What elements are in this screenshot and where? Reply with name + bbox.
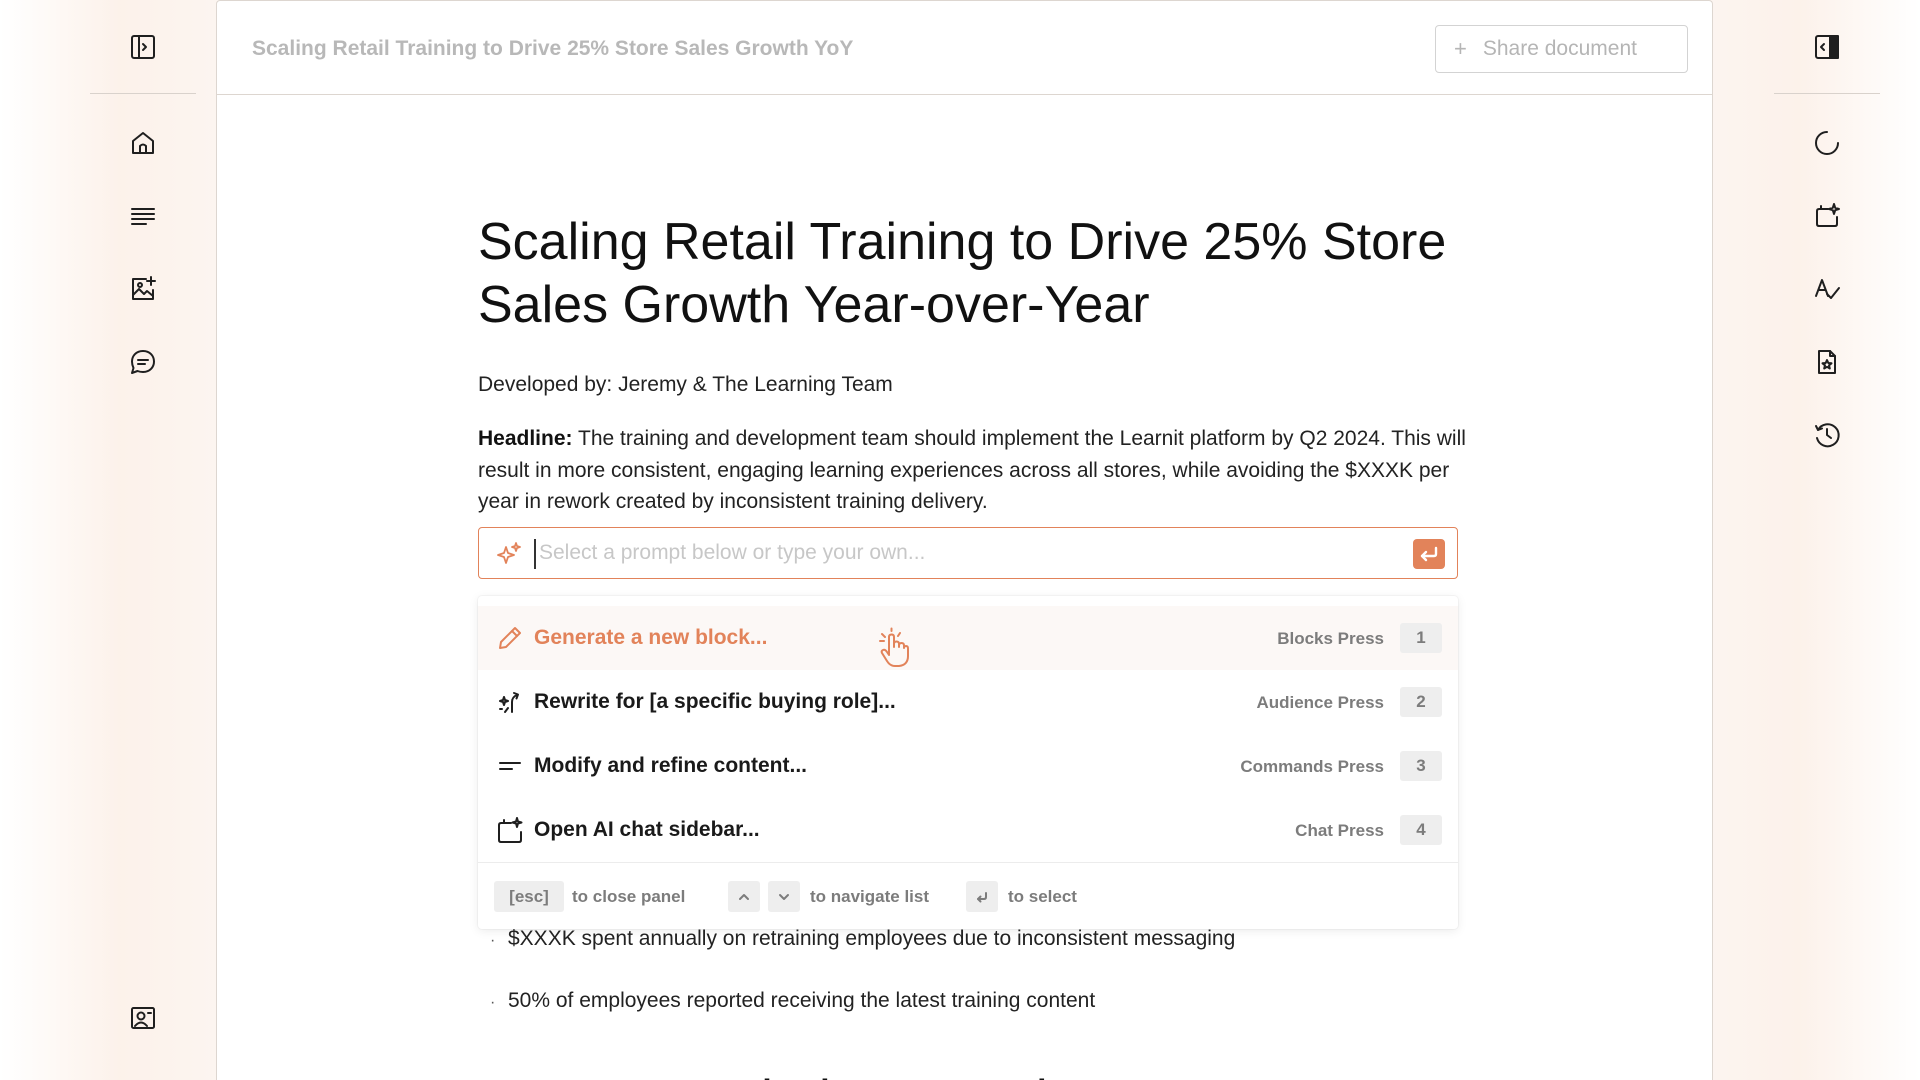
menu-item-label: Rewrite for [a specific buying role]... — [534, 690, 896, 713]
rail-divider — [90, 93, 196, 94]
ai-chat-icon — [496, 816, 524, 844]
add-image-icon — [132, 276, 156, 300]
chevron-up-icon — [739, 893, 749, 900]
outline-icon — [131, 208, 155, 225]
header-title: Scaling Retail Training to Drive 25% Sto… — [252, 37, 854, 60]
sparkle-icon — [495, 540, 523, 568]
spellcheck-icon — [1815, 279, 1840, 299]
presenter-icon — [131, 1007, 155, 1029]
shortcut-key-badge: 3 — [1400, 751, 1442, 781]
menu-item-label: Modify and refine content... — [534, 754, 808, 777]
menu-item-rewrite-audience[interactable]: Rewrite for [a specific buying role]... … — [478, 670, 1458, 734]
menu-item-hint: Blocks Press — [1277, 629, 1384, 648]
enter-key — [966, 881, 998, 912]
headline-label: Headline: — [478, 427, 573, 450]
favorite-doc-button[interactable] — [1799, 334, 1855, 390]
submit-prompt-button[interactable] — [1413, 539, 1445, 569]
list-item-text: $XXXK spent annually on retraining emplo… — [508, 927, 1236, 950]
comments-button[interactable] — [115, 334, 171, 390]
home-button[interactable] — [115, 115, 171, 171]
toggle-sidebar-button[interactable] — [115, 19, 171, 75]
esc-key-badge: [esc] — [494, 881, 564, 912]
shortcut-key-badge: 1 — [1400, 623, 1442, 653]
return-icon — [977, 891, 987, 902]
ai-sidebar-icon — [1816, 203, 1840, 227]
shortcut-key-badge: 4 — [1400, 815, 1442, 845]
prompt-suggestions-menu: Generate a new block... Blocks Press 1 R… — [478, 596, 1458, 929]
ai-prompt-input[interactable] — [539, 536, 1379, 570]
headline-text: The training and development team should… — [478, 427, 1466, 513]
presenter-button[interactable] — [115, 990, 171, 1046]
list-item[interactable]: · $XXXK spent annually on retraining empl… — [490, 927, 1235, 951]
right-rail — [1752, 0, 1902, 1080]
select-hint: to select — [1008, 887, 1077, 906]
chevron-down-icon — [779, 893, 789, 900]
text-caret — [534, 539, 536, 569]
list-item-text: 50% of employees reported receiving the … — [508, 989, 1096, 1012]
toggle-panel-icon — [1815, 35, 1839, 59]
audience-wand-icon — [496, 688, 524, 716]
lines-icon — [496, 752, 524, 780]
bullet-dot: · — [490, 994, 496, 1011]
menu-footer: [esc] to close panel to navigate list to… — [478, 862, 1458, 929]
pencil-icon — [496, 624, 524, 652]
menu-item-hint: Chat Press — [1295, 821, 1384, 840]
spellcheck-button[interactable] — [1799, 261, 1855, 317]
outline-button[interactable] — [115, 188, 171, 244]
toggle-sidebar-icon — [131, 35, 155, 59]
plus-icon: + — [1454, 36, 1467, 61]
history-button[interactable] — [1799, 407, 1855, 463]
menu-item-generate-block[interactable]: Generate a new block... Blocks Press 1 — [478, 606, 1458, 670]
arrow-up-key — [728, 881, 760, 912]
loading-icon — [1815, 131, 1839, 155]
share-document-button[interactable]: + Share document — [1435, 25, 1688, 73]
rail-divider-right — [1774, 93, 1880, 94]
enter-icon — [1420, 546, 1438, 562]
menu-item-label: Open AI chat sidebar... — [534, 818, 760, 841]
menu-item-hint: Commands Press — [1240, 757, 1384, 776]
bullet-dot: · — [490, 932, 496, 949]
arrow-down-key — [768, 881, 800, 912]
menu-item-modify-content[interactable]: Modify and refine content... Commands Pr… — [478, 734, 1458, 798]
toggle-panel-button[interactable] — [1799, 19, 1855, 75]
share-label: Share document — [1482, 37, 1637, 60]
menu-item-label: Generate a new block... — [534, 626, 768, 649]
ai-prompt-box — [478, 527, 1458, 579]
menu-item-hint: Audience Press — [1256, 693, 1384, 712]
shortcut-key-badge: 2 — [1400, 687, 1442, 717]
headline-paragraph[interactable]: Headline: The training and development t… — [478, 423, 1468, 518]
comment-icon — [131, 350, 155, 374]
menu-item-open-chat[interactable]: Open AI chat sidebar... Chat Press 4 — [478, 798, 1458, 862]
favorite-doc-icon — [1818, 350, 1836, 374]
section-heading[interactable]: Recommended Approach — [478, 1069, 1065, 1080]
history-icon — [1815, 423, 1840, 448]
navigate-list-hint: to navigate list — [810, 887, 930, 906]
pointer-hand-icon — [872, 627, 916, 671]
close-panel-hint: to close panel — [572, 887, 686, 906]
page-title[interactable]: Scaling Retail Training to Drive 25% Sto… — [478, 211, 1478, 337]
ai-sidebar-button[interactable] — [1799, 188, 1855, 244]
list-item[interactable]: · 50% of employees reported receiving the… — [490, 989, 1095, 1013]
developed-by-text[interactable]: Developed by: Jeremy & The Learning Team — [478, 373, 893, 397]
loading-indicator — [1799, 115, 1855, 171]
document-header: Scaling Retail Training to Drive 25% Sto… — [217, 1, 1712, 95]
home-icon — [132, 132, 154, 154]
left-rail — [68, 0, 218, 1080]
document-panel: Scaling Retail Training to Drive 25% Sto… — [216, 0, 1713, 1080]
add-image-button[interactable] — [115, 261, 171, 317]
